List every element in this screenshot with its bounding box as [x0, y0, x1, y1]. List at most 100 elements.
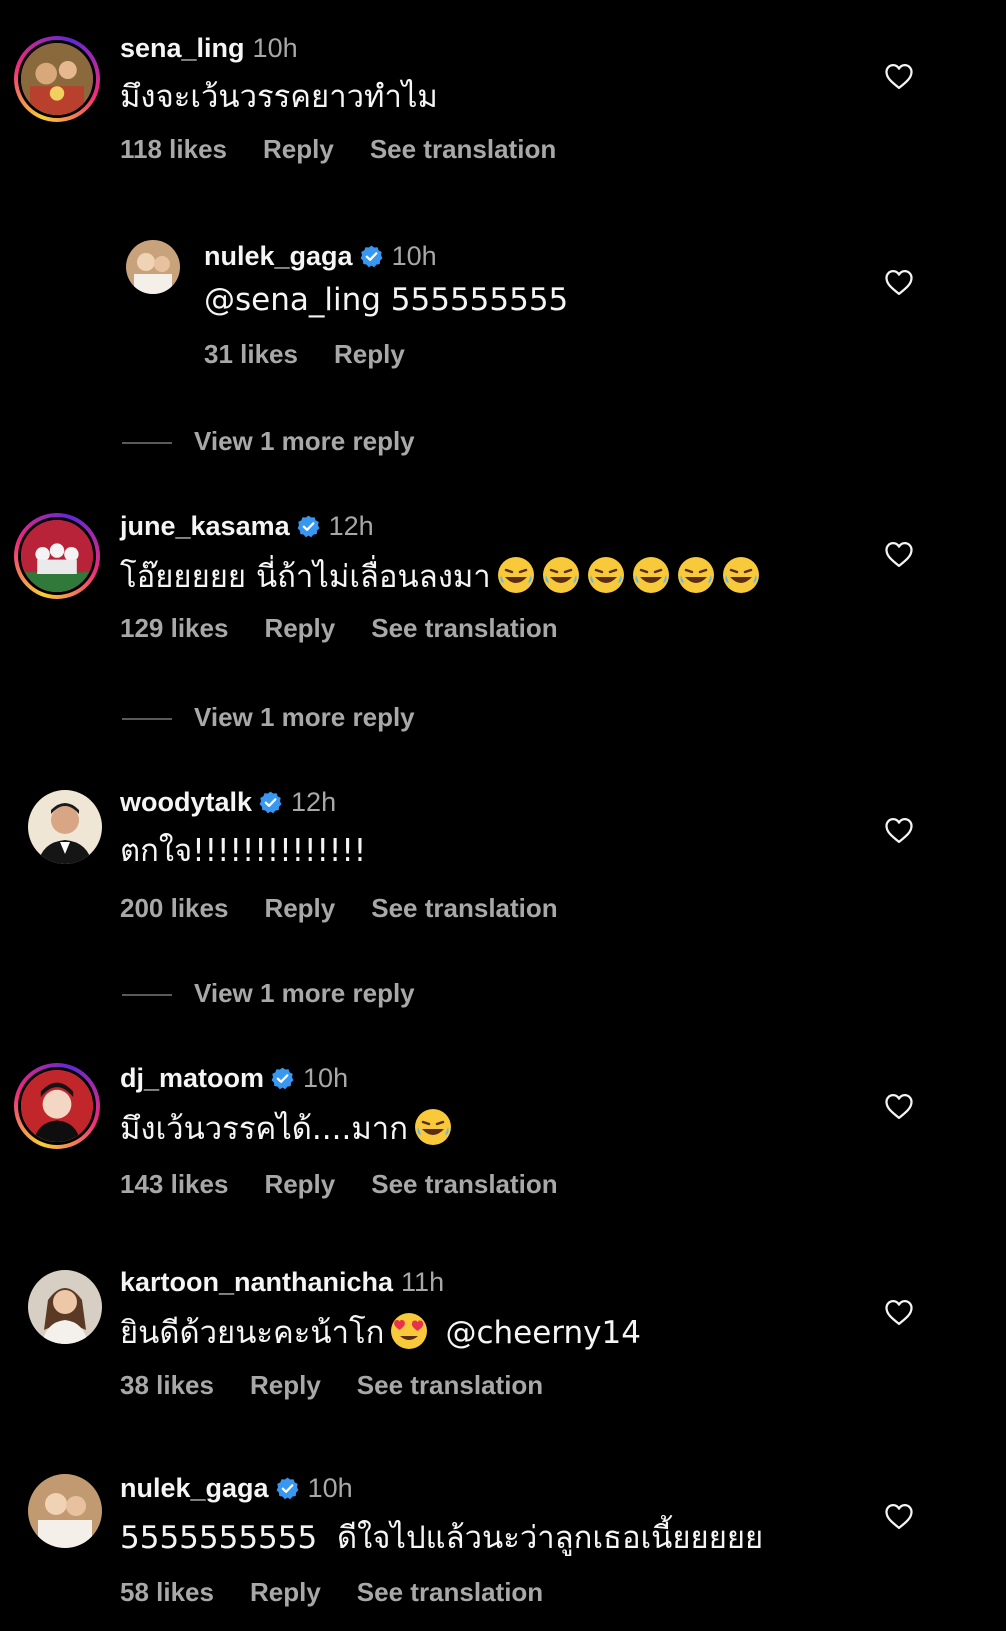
username[interactable]: nulek_gaga — [204, 241, 353, 271]
likes-count[interactable]: 143 likes — [120, 1169, 228, 1199]
reply-button[interactable]: Reply — [264, 613, 335, 643]
laughing-emoji-icon — [542, 557, 579, 593]
see-translation-button[interactable]: See translation — [357, 1577, 543, 1607]
laughing-emoji-icon — [677, 557, 714, 593]
comment-text-body: ยินดีด้วยนะคะน้าโก — [120, 1315, 385, 1351]
avatar[interactable] — [14, 513, 100, 599]
avatar[interactable] — [28, 1474, 102, 1548]
view-more-replies-button[interactable]: View 1 more reply — [122, 701, 415, 733]
heart-outline-icon[interactable] — [884, 540, 914, 568]
heart-outline-icon[interactable] — [884, 1502, 914, 1530]
heart-eyes-emoji-icon — [391, 1313, 428, 1349]
view-more-label: View 1 more reply — [194, 978, 415, 1008]
timestamp: 10h — [252, 33, 298, 63]
view-more-replies-button[interactable]: View 1 more reply — [122, 977, 415, 1009]
see-translation-button[interactable]: See translation — [371, 893, 557, 923]
profile-photo-icon — [21, 43, 93, 115]
comment-header: nulek_gaga 10h — [204, 240, 437, 272]
comment-text-body: มึงเว้นวรรคได้....มาก — [120, 1111, 408, 1147]
username[interactable]: woodytalk — [120, 787, 252, 817]
timestamp: 12h — [291, 787, 337, 817]
reply-button[interactable]: Reply — [250, 1577, 321, 1607]
profile-photo-icon — [21, 1070, 93, 1142]
avatar[interactable] — [14, 36, 100, 122]
laughing-emoji-icon — [414, 1109, 451, 1145]
username[interactable]: kartoon_nanthanicha — [120, 1267, 393, 1297]
comment-text: โอ๊ยยยยย นี่ถ้าไม่เลื่อนลงมา😂😂😂😂😂😂 — [120, 555, 761, 607]
likes-count[interactable]: 118 likes — [120, 134, 227, 164]
laughing-emoji-icon — [632, 557, 669, 593]
verified-badge-icon — [276, 1477, 298, 1500]
avatar[interactable] — [28, 790, 102, 864]
comment-header: dj_matoom 10h — [120, 1062, 348, 1094]
reply-button[interactable]: Reply — [334, 339, 405, 369]
timestamp: 10h — [307, 1473, 353, 1503]
timestamp: 10h — [391, 241, 437, 271]
heart-outline-icon[interactable] — [884, 62, 914, 90]
divider — [122, 442, 172, 445]
heart-outline-icon[interactable] — [884, 1092, 914, 1120]
avatar[interactable] — [14, 1063, 100, 1149]
heart-outline-icon[interactable] — [884, 268, 914, 296]
username[interactable]: nulek_gaga — [120, 1473, 269, 1503]
comment-actions: 143 likes Reply See translation — [120, 1168, 594, 1200]
laughing-emoji-icon — [587, 557, 624, 593]
view-more-label: View 1 more reply — [194, 702, 415, 732]
view-more-replies-button[interactable]: View 1 more reply — [122, 425, 415, 457]
heart-outline-icon[interactable] — [884, 1298, 914, 1326]
profile-photo-icon — [28, 1270, 102, 1344]
divider — [122, 994, 172, 997]
see-translation-button[interactable]: See translation — [357, 1370, 543, 1400]
heart-outline-icon[interactable] — [884, 816, 914, 844]
see-translation-button[interactable]: See translation — [371, 613, 557, 643]
comment-actions: 31 likes Reply — [204, 338, 441, 370]
comment-actions: 200 likes Reply See translation — [120, 892, 594, 924]
username[interactable]: june_kasama — [120, 511, 290, 541]
comment-header: kartoon_nanthanicha 11h — [120, 1266, 444, 1298]
view-more-label: View 1 more reply — [194, 426, 415, 456]
username[interactable]: dj_matoom — [120, 1063, 264, 1093]
see-translation-button[interactable]: See translation — [371, 1169, 557, 1199]
mention-link[interactable]: @cheerny14 — [445, 1315, 640, 1351]
reply-button[interactable]: Reply — [263, 134, 334, 164]
reply-button[interactable]: Reply — [264, 1169, 335, 1199]
comment-text: ยินดีด้วยนะคะน้าโก😍@cheerny14 — [120, 1311, 641, 1363]
comment-actions: 129 likes Reply See translation — [120, 612, 594, 644]
comment-actions: 118 likes Reply See translation — [120, 133, 592, 165]
likes-count[interactable]: 58 likes — [120, 1577, 214, 1607]
likes-count[interactable]: 31 likes — [204, 339, 298, 369]
comment-header: nulek_gaga 10h — [120, 1472, 353, 1504]
reply-button[interactable]: Reply — [264, 893, 335, 923]
avatar[interactable] — [126, 240, 180, 294]
comment-text: 5555555555 ดีใจไปแล้วนะว่าลูกเธอเนี้ยยยย… — [120, 1520, 764, 1556]
comment-header: sena_ling 10h — [120, 32, 298, 64]
see-translation-button[interactable]: See translation — [370, 134, 556, 164]
laughing-emoji-icon — [722, 557, 759, 593]
verified-badge-icon — [259, 791, 282, 814]
likes-count[interactable]: 129 likes — [120, 613, 228, 643]
comment-header: woodytalk 12h — [120, 786, 336, 818]
profile-photo-icon — [28, 1474, 102, 1548]
likes-count[interactable]: 200 likes — [120, 893, 228, 923]
reply-button[interactable]: Reply — [250, 1370, 321, 1400]
avatar[interactable] — [28, 1270, 102, 1344]
verified-badge-icon — [360, 245, 382, 268]
username[interactable]: sena_ling — [120, 33, 245, 63]
verified-badge-icon — [271, 1067, 294, 1090]
comment-text: มึงจะเว้นวรรคยาวทำไม — [120, 79, 438, 115]
comment-actions: 38 likes Reply See translation — [120, 1369, 579, 1401]
timestamp: 10h — [303, 1063, 349, 1093]
timestamp: 12h — [328, 511, 374, 541]
comment-text: ตกใจ!!!!!!!!!!!!!! — [120, 833, 367, 869]
comment-text: มึงเว้นวรรคได้....มาก😂 — [120, 1107, 453, 1159]
comments-list: sena_ling 10h มึงจะเว้นวรรคยาวทำไม 118 li… — [0, 0, 1006, 1631]
verified-badge-icon — [297, 515, 320, 538]
comment-text-body: โอ๊ยยยยย นี่ถ้าไม่เลื่อนลงมา — [120, 559, 491, 595]
profile-photo-icon — [28, 790, 102, 864]
profile-photo-icon — [21, 520, 93, 592]
divider — [122, 718, 172, 721]
likes-count[interactable]: 38 likes — [120, 1370, 214, 1400]
comment-actions: 58 likes Reply See translation — [120, 1576, 579, 1608]
comment-header: june_kasama 12h — [120, 510, 374, 542]
profile-photo-icon — [126, 240, 180, 294]
